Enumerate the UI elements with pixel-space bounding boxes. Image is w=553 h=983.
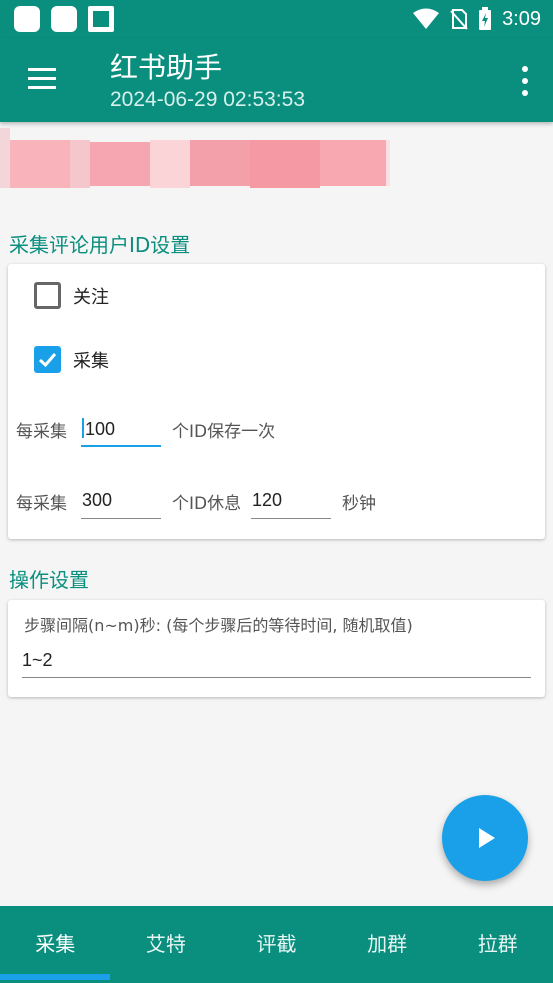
section-title-collect: 采集评论用户ID设置	[9, 233, 191, 257]
collect-checkbox[interactable]	[34, 346, 61, 373]
redacted-banner	[0, 128, 390, 188]
hamburger-menu-icon[interactable]	[26, 68, 60, 92]
app-subtitle: 2024-06-29 02:53:53	[110, 88, 305, 111]
app-title: 红书助手	[110, 51, 223, 84]
tab-mention[interactable]: 艾特	[111, 906, 222, 983]
status-bar: 3:09	[0, 0, 553, 38]
save-interval-row: 每采集 100 个ID保存一次	[16, 411, 534, 447]
follow-checkbox[interactable]	[34, 282, 61, 309]
checkmark-icon	[38, 353, 57, 368]
start-button[interactable]	[442, 795, 528, 881]
battery-charging-icon	[479, 7, 492, 30]
step-interval-input[interactable]: 1~2	[22, 642, 531, 678]
no-sim-icon	[450, 9, 468, 30]
notification-icon	[88, 6, 114, 32]
wifi-icon	[413, 8, 440, 29]
tab-comment-capture[interactable]: 评截	[221, 906, 332, 983]
operation-settings-card: 步骤间隔(n~m)秒: (每个步骤后的等待时间, 随机取值) 1~2	[8, 600, 545, 697]
bottom-nav: 采集 艾特 评截 加群 拉群	[0, 906, 553, 983]
rest-count-input[interactable]: 300	[81, 483, 161, 519]
collect-checkbox-row[interactable]: 采集	[34, 346, 109, 373]
rest-seconds-input[interactable]: 120	[251, 483, 331, 519]
notification-icon	[14, 6, 40, 32]
status-icons: 3:09	[412, 4, 541, 34]
save-prefix-label: 每采集	[16, 422, 67, 442]
rest-suffix-label: 秒钟	[342, 494, 376, 514]
more-vertical-icon[interactable]	[519, 64, 531, 98]
app-bar: 红书助手 2024-06-29 02:53:53	[0, 38, 553, 122]
save-count-input[interactable]: 100	[81, 411, 161, 447]
tab-collect[interactable]: 采集	[0, 906, 111, 983]
play-icon	[479, 828, 495, 848]
save-suffix-label: 个ID保存一次	[172, 422, 276, 442]
section-title-operation: 操作设置	[9, 568, 89, 592]
collect-label: 采集	[73, 350, 109, 372]
rest-middle-label: 个ID休息	[172, 494, 242, 514]
clock: 3:09	[502, 7, 541, 30]
follow-checkbox-row[interactable]: 关注	[34, 282, 109, 309]
tab-join-group[interactable]: 加群	[332, 906, 443, 983]
rest-interval-row: 每采集 300 个ID休息 120 秒钟	[16, 483, 534, 519]
tab-invite-group[interactable]: 拉群	[442, 906, 553, 983]
notification-icon	[51, 6, 77, 32]
step-interval-description: 步骤间隔(n~m)秒: (每个步骤后的等待时间, 随机取值)	[24, 616, 413, 635]
rest-prefix-label: 每采集	[16, 494, 67, 514]
collect-settings-card: 关注 采集 每采集 100 个ID保存一次 每采集 300 个ID休息 120 …	[8, 264, 545, 539]
follow-label: 关注	[73, 286, 109, 308]
